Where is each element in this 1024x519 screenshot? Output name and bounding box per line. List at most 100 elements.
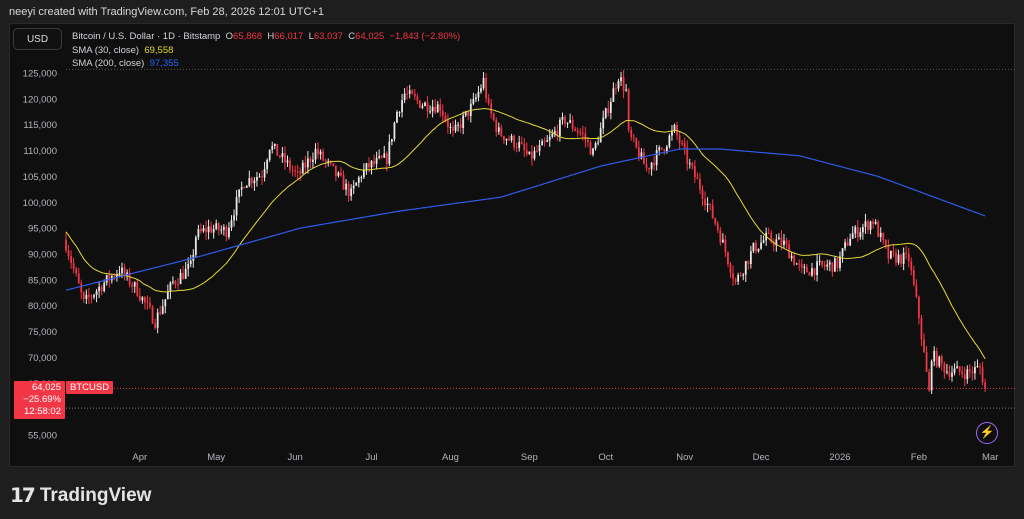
candle-body <box>248 177 251 186</box>
candle-body <box>574 128 577 131</box>
y-tick-label: 75,000 <box>28 327 57 338</box>
candle-body <box>131 284 134 287</box>
candle-body <box>426 102 429 112</box>
candle-body <box>411 90 414 95</box>
candle-body <box>281 152 284 157</box>
candle-body <box>587 140 589 143</box>
candle-body <box>72 262 75 269</box>
candle-body <box>711 204 714 219</box>
candle-body <box>923 339 925 353</box>
candle-body <box>520 141 523 144</box>
candle-body <box>760 242 762 249</box>
y-tick-label: 70,000 <box>28 353 57 364</box>
candle-body <box>721 239 724 243</box>
candle-body <box>398 111 401 113</box>
candle-body <box>485 78 487 99</box>
candle-body <box>345 183 347 190</box>
currency-button[interactable]: USD <box>13 28 62 50</box>
candle-body <box>375 157 378 164</box>
symbol-tag: BTCUSD <box>66 381 114 394</box>
candle-body <box>609 101 612 113</box>
candle-body <box>602 117 605 129</box>
candle-body <box>141 297 144 301</box>
x-tick-label: Mar <box>982 452 998 463</box>
candle-body <box>133 282 136 287</box>
candle-body <box>742 274 745 276</box>
candle-body <box>75 268 78 274</box>
candle-body <box>798 263 801 265</box>
candle-body <box>197 229 200 238</box>
candle-body <box>836 258 839 269</box>
candle-body <box>627 89 630 130</box>
candle-body <box>503 136 505 141</box>
candle-body <box>518 141 521 148</box>
candle-body <box>538 145 541 152</box>
price-chart[interactable]: 55,00060,00065,00070,00075,00080,00085,0… <box>10 24 1016 468</box>
candle-body <box>266 159 269 170</box>
candle-body <box>278 155 281 157</box>
x-tick-label: Jul <box>365 452 377 463</box>
candle-body <box>322 151 325 161</box>
sma200-legend[interactable]: SMA (200, close) 97,355 <box>72 57 460 71</box>
y-tick-label: 120,000 <box>23 94 57 105</box>
candle-body <box>368 163 370 168</box>
candle-body <box>691 163 694 166</box>
candle-body <box>818 260 821 262</box>
candle-body <box>958 366 961 372</box>
candle-body <box>424 102 426 106</box>
candle-body <box>431 106 434 112</box>
candle-body <box>599 128 602 143</box>
candle-body <box>877 221 880 237</box>
candle-body <box>360 177 363 179</box>
candle-body <box>935 350 938 367</box>
symbol-legend[interactable]: Bitcoin / U.S. Dollar · 1D · Bitstamp O6… <box>72 30 460 44</box>
candle-body <box>98 286 100 292</box>
candle-body <box>306 158 309 168</box>
candle-body <box>164 299 167 307</box>
candle-body <box>385 153 388 165</box>
candle-body <box>943 363 946 373</box>
candle-body <box>699 179 701 190</box>
candle-body <box>263 169 266 178</box>
candle-body <box>205 228 207 233</box>
candle-body <box>289 160 291 170</box>
x-tick-label: Nov <box>676 452 693 463</box>
candle-body <box>851 233 854 239</box>
candle-body <box>312 159 314 162</box>
candle-body <box>706 203 709 206</box>
change-value: −1,843 (−2.80%) <box>389 31 461 42</box>
candle-body <box>884 240 887 246</box>
candle-body <box>161 306 164 314</box>
candle-body <box>709 203 712 205</box>
candle-body <box>525 150 528 155</box>
candle-body <box>928 371 930 391</box>
candle-body <box>235 197 238 216</box>
candle-body <box>856 226 859 237</box>
candle-body <box>938 356 941 367</box>
candle-body <box>276 143 279 156</box>
candle-body <box>408 90 411 94</box>
candle-body <box>515 147 518 149</box>
candle-body <box>953 368 956 373</box>
candle-body <box>413 94 416 97</box>
candle-body <box>874 221 877 224</box>
candle-body <box>88 294 90 297</box>
candle-body <box>584 133 587 141</box>
candle-body <box>854 226 857 234</box>
candle-body <box>864 221 867 228</box>
candle-body <box>963 374 966 380</box>
candle-body <box>396 112 398 123</box>
candle-body <box>846 242 849 246</box>
candle-body <box>105 275 108 283</box>
candle-body <box>82 292 85 299</box>
lightning-icon[interactable]: ⚡ <box>976 422 998 444</box>
candle-body <box>113 275 116 277</box>
chart-panel[interactable]: 55,00060,00065,00070,00075,00080,00085,0… <box>9 23 1016 468</box>
tradingview-logo[interactable]: 𝟭𝟳 TradingView <box>10 483 151 508</box>
candle-body <box>441 111 444 116</box>
candle-body <box>67 250 70 257</box>
y-tick-label: 105,000 <box>23 172 57 183</box>
sma30-legend[interactable]: SMA (30, close) 69,558 <box>72 44 460 58</box>
candle-body <box>823 264 826 267</box>
candle-body <box>930 361 933 391</box>
